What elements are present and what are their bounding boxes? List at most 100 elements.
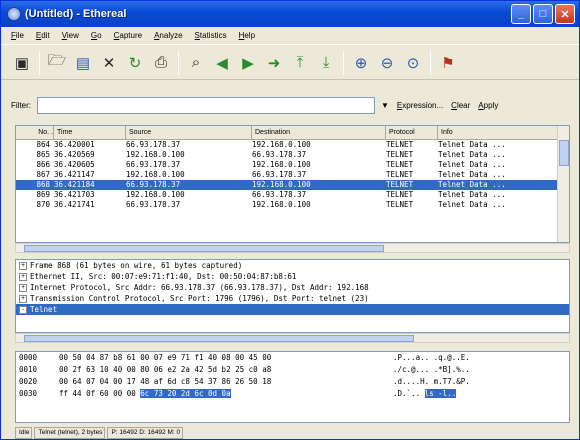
go-first-button[interactable]: ⤒ [289, 52, 311, 74]
hex-bytes[interactable]: 00 2f 63 10 40 00 80 06 e2 2a 42 5d b2 2… [59, 364, 393, 376]
packet-protocol: TELNET [386, 140, 414, 149]
hex-ascii-highlight: ls -l.. [424, 389, 457, 398]
packet-row[interactable]: 865 36.420569 192.168.0.100 66.93.178.37 TEL… [16, 150, 569, 160]
expand-icon[interactable]: + [19, 262, 27, 270]
packet-time: 36.420001 [54, 140, 95, 149]
hex-ascii[interactable]: ./c.@... .*B].%.. [393, 364, 513, 376]
maximize-button[interactable]: □ [533, 4, 553, 24]
close-icon: ✕ [560, 8, 570, 21]
packet-protocol: TELNET [386, 190, 414, 199]
close-file-button[interactable]: ✕ [98, 52, 120, 74]
reload-button[interactable]: ↻ [124, 52, 146, 74]
collapse-icon[interactable]: - [19, 306, 27, 314]
clear-button[interactable]: Clear [451, 101, 470, 110]
hex-bytes[interactable]: 00 50 04 87 b8 61 00 07 e9 71 f1 40 08 0… [59, 352, 393, 364]
menu-statistics[interactable]: Statistics [189, 31, 233, 40]
detail-tree-item[interactable]: + Frame 868 (61 bytes on wire, 61 bytes c… [16, 260, 569, 271]
menu-go[interactable]: Go [85, 31, 108, 40]
go-last-button[interactable]: ⤓ [315, 52, 337, 74]
packet-protocol: TELNET [386, 180, 414, 189]
menu-help[interactable]: Help [233, 31, 261, 40]
go-to-packet-icon: ➜ [267, 54, 281, 72]
go-back-button[interactable]: ◀ [211, 52, 233, 74]
hex-ascii[interactable]: .d....H. m.T7.&P. [393, 376, 513, 388]
hex-ascii[interactable]: .P...a.. .q.@..E. [393, 352, 513, 364]
filter-dropdown-icon[interactable]: ▼ [381, 101, 389, 110]
packet-list[interactable]: No. . Time Source Destination Protocol I… [15, 125, 570, 243]
column-header-time[interactable]: Time [54, 126, 126, 139]
hex-offset: 0000 [19, 353, 38, 362]
filter-input[interactable] [37, 96, 375, 114]
open-button[interactable]: 🗁 [46, 52, 68, 74]
scroll-thumb[interactable] [24, 245, 384, 252]
packet-row[interactable]: 867 36.421147 192.168.0.100 66.93.178.37 TEL… [16, 170, 569, 180]
menu-file[interactable]: File [5, 31, 30, 40]
column-header-source[interactable]: Source [126, 126, 252, 139]
print-icon: ⎙ [154, 54, 167, 71]
hex-bytes[interactable]: ff 44 0f 60 00 00 6c 73 20 2d 6c 0d 0a [59, 388, 393, 400]
hex-ascii-text: .d....H. m.T7.&P. [393, 377, 470, 386]
packet-no: 864 [36, 140, 50, 149]
packet-details-tree[interactable]: + Frame 868 (61 bytes on wire, 61 bytes c… [15, 259, 570, 333]
scroll-thumb[interactable] [24, 335, 414, 342]
menu-edit[interactable]: Edit [30, 31, 56, 40]
title-bar[interactable]: (Untitled) - Ethereal _ □ ✕ [1, 1, 579, 27]
packet-row[interactable]: 870 36.421741 66.93.178.37 192.168.0.100 TEL… [16, 200, 569, 210]
packet-no: 866 [36, 160, 50, 169]
help-button[interactable]: ⚑ [437, 52, 459, 74]
zoom-normal-button[interactable]: ⊙ [402, 52, 424, 74]
apply-button[interactable]: Apply [478, 101, 498, 110]
packet-row[interactable]: 864 36.420001 66.93.178.37 192.168.0.100 TEL… [16, 140, 569, 150]
column-header-no[interactable]: No. . [16, 126, 54, 139]
print-button[interactable]: ⎙ [150, 52, 172, 74]
find-packet-button[interactable]: ⌕ [185, 52, 207, 74]
interface-list-button[interactable]: ▣ [11, 52, 33, 74]
close-button[interactable]: ✕ [555, 4, 575, 24]
save-button[interactable]: ▤ [72, 52, 94, 74]
column-header-destination[interactable]: Destination [252, 126, 386, 139]
packet-row[interactable]: 868 36.421184 66.93.178.37 192.168.0.100 TEL… [16, 180, 569, 190]
hex-row: 0030 ff 44 0f 60 00 00 6c 73 20 2d 6c 0d … [16, 388, 569, 400]
ethereal-app-icon [7, 7, 21, 21]
hex-row: 0020 00 64 07 04 00 17 48 af 6d c8 54 37 … [16, 376, 569, 388]
expand-icon[interactable]: + [19, 295, 27, 303]
packet-source: 192.168.0.100 [126, 190, 185, 199]
go-to-packet-button[interactable]: ➜ [263, 52, 285, 74]
column-header-protocol[interactable]: Protocol [386, 126, 438, 139]
zoom-in-button[interactable]: ⊕ [350, 52, 372, 74]
hex-bytes[interactable]: 00 64 07 04 00 17 48 af 6d c8 54 37 86 2… [59, 376, 393, 388]
hex-rows: 0000 00 50 04 87 b8 61 00 07 e9 71 f1 40 … [16, 352, 569, 400]
packet-row[interactable]: 866 36.420605 66.93.178.37 192.168.0.100 TEL… [16, 160, 569, 170]
menu-view[interactable]: View [56, 31, 85, 40]
minimize-button[interactable]: _ [511, 4, 531, 24]
hex-offset: 0010 [19, 365, 38, 374]
menu-capture[interactable]: Capture [108, 31, 148, 40]
packet-row[interactable]: 869 36.421703 192.168.0.100 66.93.178.37 TEL… [16, 190, 569, 200]
packet-destination: 192.168.0.100 [252, 200, 311, 209]
detail-tree-item[interactable]: - Telnet [16, 304, 569, 315]
expand-icon[interactable]: + [19, 284, 27, 292]
open-folder-icon: 🗁 [47, 52, 67, 69]
packet-destination: 66.93.178.37 [252, 190, 307, 199]
scroll-thumb[interactable] [559, 140, 569, 166]
packet-time: 36.421741 [54, 200, 95, 209]
packet-list-vscrollbar[interactable] [557, 126, 569, 242]
interface-list-icon: ▣ [14, 54, 30, 72]
filter-label: Filter: [11, 100, 31, 110]
go-forward-button[interactable]: ▶ [237, 52, 259, 74]
packet-info: Telnet Data ... [438, 150, 506, 159]
expand-icon[interactable]: + [19, 273, 27, 281]
detail-tree-item[interactable]: + Transmission Control Protocol, Src Port… [16, 293, 569, 304]
packet-list-hscrollbar[interactable] [15, 243, 570, 253]
hex-ascii[interactable]: .D.`.. ls -l.. [393, 388, 513, 400]
detail-tree-item[interactable]: + Ethernet II, Src: 00:07:e9:71:f1:40, Ds… [16, 271, 569, 282]
menu-analyze[interactable]: Analyze [148, 31, 188, 40]
packet-destination: 192.168.0.100 [252, 140, 311, 149]
packet-bytes-pane[interactable]: 0000 00 50 04 87 b8 61 00 07 e9 71 f1 40 … [15, 351, 570, 423]
expression-button[interactable]: Expression... [397, 101, 443, 110]
details-hscrollbar[interactable] [15, 333, 570, 343]
detail-tree-item[interactable]: + Internet Protocol, Src Addr: 66.93.178.… [16, 282, 569, 293]
toolbar-separator [430, 50, 431, 75]
zoom-out-button[interactable]: ⊖ [376, 52, 398, 74]
column-header-info[interactable]: Info [438, 126, 558, 139]
